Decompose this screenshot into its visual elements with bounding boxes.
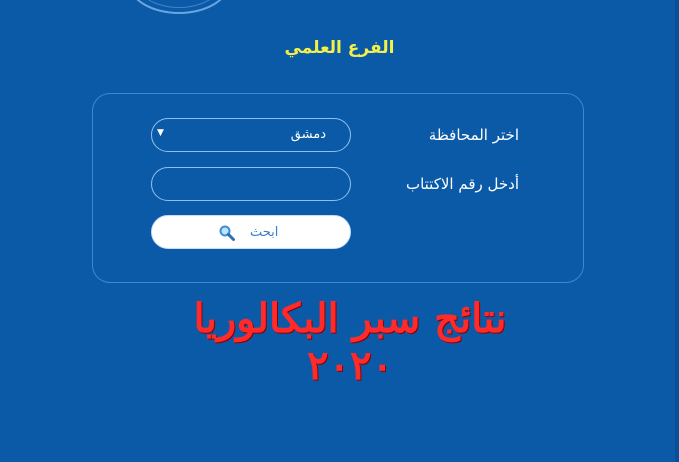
province-select[interactable]: ▼ دمشق [151,118,351,152]
exam-number-label: أدخل رقم الاكتتاب [405,175,519,193]
search-button[interactable]: ابحث [151,215,351,249]
province-label: اختر المحافظة [428,126,519,144]
page-edge [675,0,679,462]
triangle-down-icon: ▼ [157,128,164,138]
branch-title: الفرع العلمي [284,38,395,58]
province-selected-value: دمشق [290,127,326,142]
exam-number-input[interactable] [151,167,351,201]
results-headline: نتائج سبر البكالوريا ٢٠٢٠ [193,295,507,389]
magnifier-icon [219,225,235,241]
search-button-label: ابحث [250,225,279,240]
